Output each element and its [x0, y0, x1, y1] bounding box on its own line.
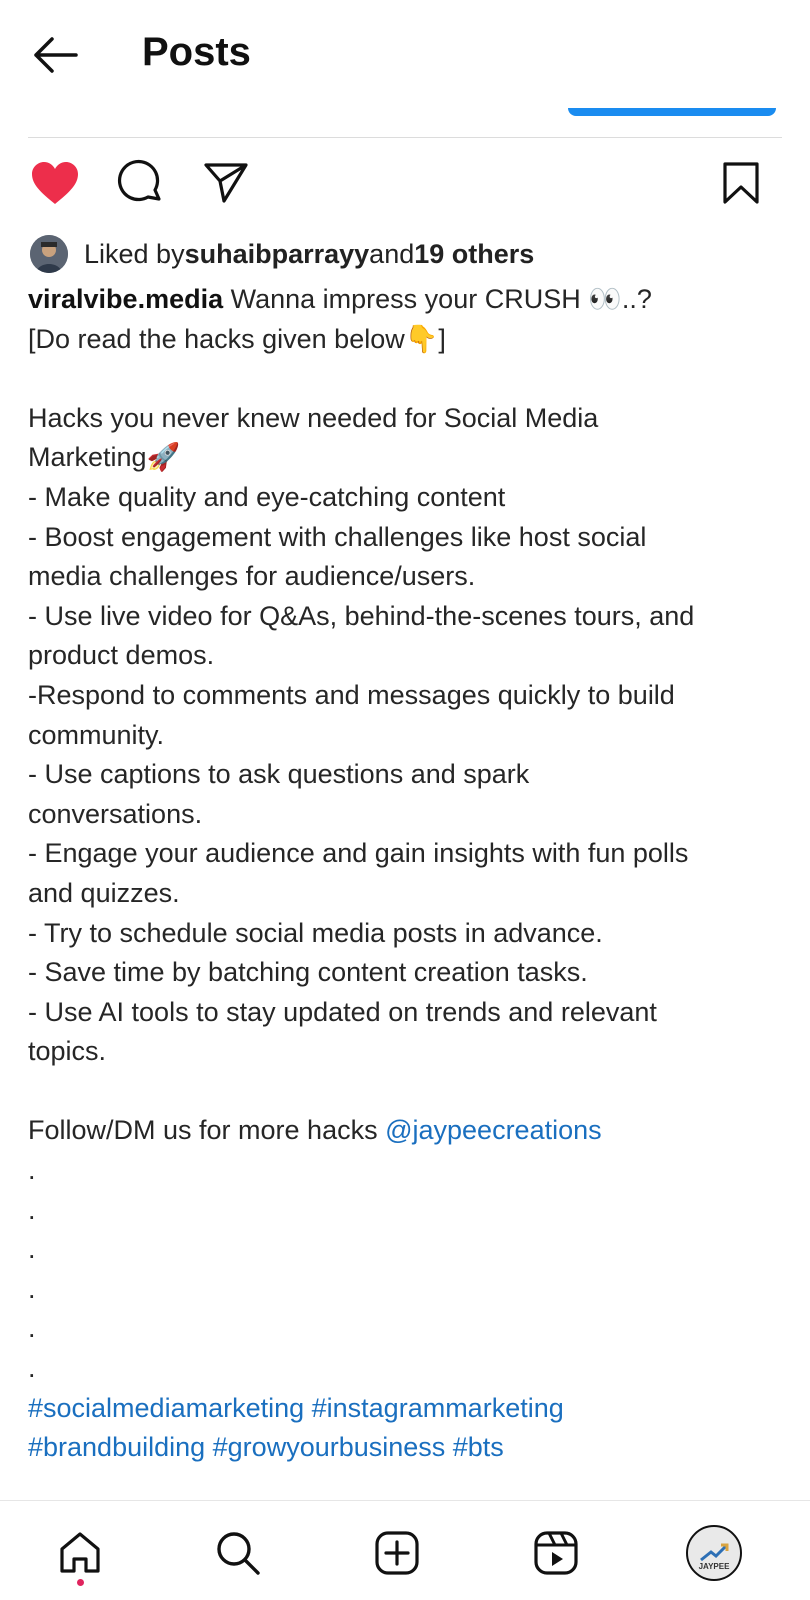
carousel-indicator — [568, 108, 776, 116]
top-app-bar: Posts — [0, 0, 810, 116]
divider — [28, 137, 782, 138]
likes-summary[interactable]: Liked by suhaibparrayy and 19 others — [30, 234, 534, 274]
likes-middle: and — [369, 238, 415, 269]
caption-line: product demos. — [28, 640, 215, 671]
caption-line: - Engage your audience and gain insights… — [28, 838, 689, 869]
nav-reels[interactable] — [526, 1523, 586, 1583]
caption-line: - Boost engagement with challenges like … — [28, 521, 647, 552]
back-button[interactable] — [30, 35, 80, 75]
caption-line: conversations. — [28, 798, 203, 829]
caption-username[interactable]: viralvibe.media — [28, 284, 223, 314]
caption-line: Marketing🚀 — [28, 442, 181, 473]
likes-others[interactable]: 19 others — [414, 239, 534, 270]
caption-line: and quizzes. — [28, 877, 180, 908]
hashtags[interactable]: #brandbuilding #growyourbusiness #bts — [28, 1432, 504, 1462]
bottom-nav: JAYPEE — [0, 1505, 810, 1600]
caption-line: - Use captions to ask questions and spar… — [28, 759, 530, 790]
caption-dot: . — [28, 1194, 36, 1225]
caption-dot: . — [28, 1273, 36, 1304]
caption-dot: . — [28, 1155, 36, 1186]
logo-arrow-icon — [700, 1543, 729, 1562]
caption-text: Wanna impress your CRUSH 👀..? — [223, 284, 652, 314]
caption-line: - Use AI tools to stay updated on trends… — [28, 996, 657, 1027]
caption-dots: ...... — [28, 1151, 788, 1389]
notification-dot — [77, 1579, 84, 1586]
avatar-image — [30, 235, 68, 273]
caption-line: [Do read the hacks given below👇] — [28, 323, 446, 354]
home-icon — [60, 1532, 100, 1573]
hashtags-line-2: #brandbuilding #growyourbusiness #bts — [28, 1428, 788, 1468]
save-button[interactable] — [713, 155, 769, 211]
hashtags[interactable]: #socialmediamarketing #instagrammarketin… — [28, 1393, 564, 1423]
caption-body: [Do read the hacks given below👇] Hacks yo… — [28, 320, 788, 1112]
caption-line: - Use live video for Q&As, behind-the-sc… — [28, 600, 695, 631]
add-post-icon — [375, 1531, 419, 1575]
liker-username[interactable]: suhaibparrayy — [185, 239, 370, 270]
caption-dot: . — [28, 1313, 36, 1344]
likes-prefix: Liked by — [84, 238, 185, 269]
caption-dot: . — [28, 1234, 36, 1265]
search-icon — [217, 1532, 260, 1575]
post-caption: viralvibe.media Wanna impress your CRUSH… — [28, 280, 788, 1468]
bookmark-icon — [723, 162, 759, 204]
caption-line: Hacks you never knew needed for Social M… — [28, 402, 599, 433]
like-button[interactable] — [27, 155, 83, 211]
caption-follow-line: Follow/DM us for more hacks @jaypeecreat… — [28, 1111, 788, 1151]
caption-first-line: viralvibe.media Wanna impress your CRUSH… — [28, 280, 788, 320]
nav-search[interactable] — [208, 1523, 268, 1583]
bottom-divider — [0, 1500, 810, 1501]
comment-icon — [117, 159, 161, 202]
caption-line: - Make quality and eye-catching content — [28, 481, 506, 512]
caption-line: -Respond to comments and messages quickl… — [28, 679, 675, 710]
nav-create[interactable] — [367, 1523, 427, 1583]
profile-avatar: JAYPEE — [686, 1525, 742, 1581]
mention-link[interactable]: @jaypeecreations — [385, 1115, 602, 1145]
post-actions — [0, 155, 810, 211]
caption-line: - Save time by batching content creation… — [28, 957, 588, 988]
caption-dot: . — [28, 1353, 36, 1384]
page-title: Posts — [142, 30, 251, 74]
hashtags-line-1: #socialmediamarketing #instagrammarketin… — [28, 1389, 788, 1429]
reels-icon — [534, 1531, 578, 1575]
caption-line: - Try to schedule social media posts in … — [28, 917, 603, 948]
caption-line — [28, 359, 788, 399]
comment-button[interactable] — [113, 155, 169, 211]
back-arrow-icon — [34, 37, 78, 73]
send-icon — [204, 163, 248, 203]
nav-home[interactable] — [50, 1523, 110, 1586]
follow-text: Follow/DM us for more hacks — [28, 1115, 386, 1146]
caption-line: topics. — [28, 1036, 107, 1067]
caption-line: community. — [28, 719, 165, 750]
heart-filled-icon — [32, 162, 78, 204]
caption-line: media challenges for audience/users. — [28, 561, 476, 592]
liker-avatar — [30, 235, 68, 273]
caption-line — [28, 1072, 788, 1112]
nav-profile[interactable]: JAYPEE — [684, 1523, 744, 1583]
share-button[interactable] — [198, 155, 254, 211]
